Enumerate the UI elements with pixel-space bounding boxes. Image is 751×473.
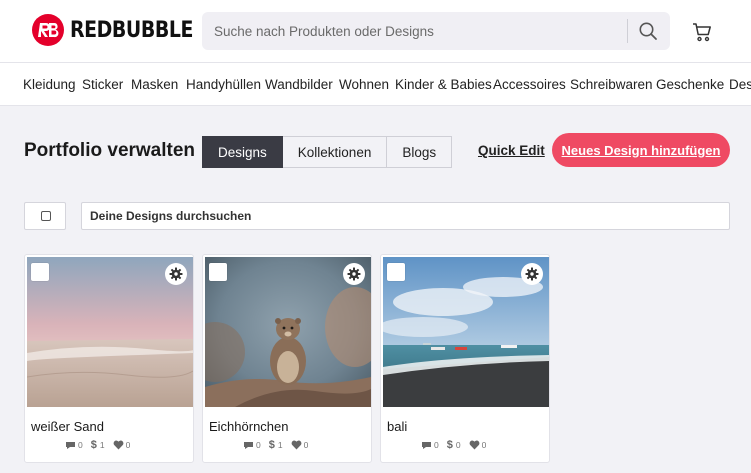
design-name: bali — [387, 419, 408, 434]
tab-kollektionen[interactable]: Kollektionen — [282, 136, 388, 168]
search-divider — [627, 19, 628, 43]
design-name: weißer Sand — [31, 419, 104, 434]
sales-stat: $ 1 — [269, 439, 283, 451]
comments-stat: 0 — [243, 440, 261, 450]
comment-icon — [422, 441, 431, 449]
category-kinder-babies[interactable]: Kinder & Babies — [395, 77, 492, 92]
comments-stat: 0 — [421, 440, 439, 450]
design-card: weißer Sand 0 $ 1 0 — [24, 254, 194, 463]
dollar-icon: $ — [90, 439, 97, 451]
heart-icon — [113, 440, 123, 450]
site-search — [202, 12, 670, 50]
comments-count: 0 — [256, 440, 261, 450]
design-stats: 0 $ 1 0 — [243, 439, 316, 451]
dollar-icon: $ — [446, 439, 453, 451]
design-name: Eichhörnchen — [209, 419, 289, 434]
comments-count: 0 — [78, 440, 83, 450]
favorites-stat: 0 — [469, 440, 487, 450]
category-masken[interactable]: Masken — [131, 77, 178, 92]
design-card: bali 0 $ 0 0 — [380, 254, 550, 463]
gear-icon — [169, 267, 183, 281]
category-designs[interactable]: Desi — [729, 77, 751, 92]
category-accessoires[interactable]: Accessoires — [493, 77, 566, 92]
gear-icon — [347, 267, 361, 281]
portfolio-tabs: Designs Kollektionen Blogs — [202, 136, 453, 168]
brand-name: REDBUBBLE — [70, 17, 193, 43]
redbubble-logo[interactable]: REDBUBBLE — [32, 14, 213, 46]
design-search-input[interactable] — [82, 203, 729, 229]
site-header: REDBUBBLE — [0, 0, 751, 62]
design-card: Eichhörnchen 0 $ 1 0 — [202, 254, 372, 463]
comments-stat: 0 — [65, 440, 83, 450]
category-wandbilder[interactable]: Wandbilder — [265, 77, 333, 92]
design-search — [81, 202, 730, 230]
favorites-count: 0 — [481, 440, 487, 450]
tab-blogs[interactable]: Blogs — [387, 136, 453, 168]
favorites-count: 0 — [125, 440, 131, 450]
favorites-stat: 0 — [291, 440, 309, 450]
category-geschenke[interactable]: Geschenke — [656, 77, 724, 92]
page-title: Portfolio verwalten — [24, 140, 196, 161]
category-nav: Kleidung Sticker Masken Handyhüllen Wand… — [0, 62, 751, 106]
cart-button[interactable] — [690, 20, 714, 44]
design-settings-button[interactable] — [521, 263, 543, 285]
comment-icon — [66, 441, 75, 449]
gear-icon — [525, 267, 539, 281]
category-handyhuellen[interactable]: Handyhüllen — [186, 77, 261, 92]
design-select-checkbox[interactable] — [31, 263, 49, 281]
search-button[interactable] — [634, 18, 662, 44]
heart-icon — [469, 440, 479, 450]
select-all-checkbox[interactable] — [24, 202, 66, 230]
design-stats: 0 $ 0 0 — [421, 439, 494, 451]
sales-stat: $ 0 — [447, 439, 461, 451]
redbubble-logo-mark — [32, 14, 64, 46]
comment-icon — [244, 441, 253, 449]
sales-count: 1 — [277, 440, 283, 450]
design-select-checkbox[interactable] — [387, 263, 405, 281]
checkbox-box — [41, 211, 51, 221]
category-wohnen[interactable]: Wohnen — [339, 77, 389, 92]
sales-count: 1 — [99, 440, 105, 450]
design-settings-button[interactable] — [343, 263, 365, 285]
design-settings-button[interactable] — [165, 263, 187, 285]
tab-designs[interactable]: Designs — [202, 136, 283, 168]
add-design-button[interactable]: Neues Design hinzufügen — [552, 133, 730, 167]
quick-edit-link[interactable]: Quick Edit — [478, 143, 545, 158]
sales-count: 0 — [455, 440, 461, 450]
favorites-count: 0 — [303, 440, 309, 450]
dollar-icon: $ — [268, 439, 275, 451]
sales-stat: $ 1 — [91, 439, 105, 451]
category-schreibwaren[interactable]: Schreibwaren — [570, 77, 653, 92]
favorites-stat: 0 — [113, 440, 131, 450]
design-stats: 0 $ 1 0 — [65, 439, 138, 451]
cart-icon — [693, 23, 711, 42]
search-input[interactable] — [202, 12, 626, 50]
search-icon — [639, 22, 657, 40]
design-select-checkbox[interactable] — [209, 263, 227, 281]
category-sticker[interactable]: Sticker — [82, 77, 123, 92]
heart-icon — [291, 440, 301, 450]
category-kleidung[interactable]: Kleidung — [23, 77, 76, 92]
comments-count: 0 — [434, 440, 439, 450]
